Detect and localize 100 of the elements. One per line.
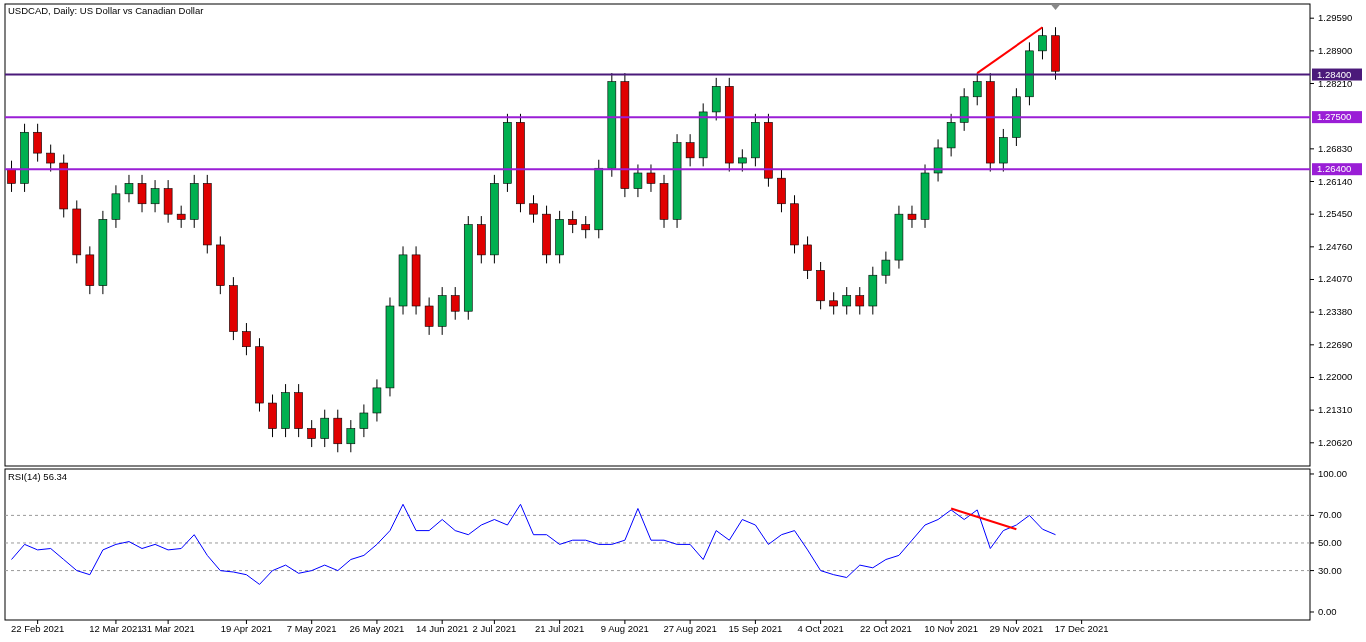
candlestick — [738, 148, 747, 173]
axis-label: 1.26830 — [1318, 142, 1353, 154]
candlestick — [633, 163, 643, 198]
candlestick — [294, 383, 303, 438]
axis-label: 1.22000 — [1318, 371, 1353, 383]
candlestick — [372, 378, 382, 422]
candlestick — [542, 205, 551, 264]
candlestick — [568, 210, 577, 234]
candlestick — [424, 297, 434, 336]
candlestick — [894, 205, 904, 270]
axis-label: 1.25450 — [1318, 208, 1353, 220]
candlestick — [777, 169, 786, 213]
axis-label: 21 Jul 2021 — [535, 623, 585, 634]
ref-line-label: 1.27500 — [1317, 111, 1352, 123]
candlestick — [33, 123, 42, 163]
axis-label: 1.26140 — [1318, 175, 1353, 187]
candlestick — [711, 77, 721, 121]
axis-label: 7 May 2021 — [286, 623, 337, 634]
candlestick — [189, 174, 199, 229]
axis-label: 1.24760 — [1318, 240, 1353, 252]
candlestick — [685, 133, 695, 167]
candlestick — [1012, 87, 1021, 147]
axis-label: 22 Feb 2021 — [10, 623, 65, 634]
candlestick — [868, 266, 878, 315]
axis-label: 9 Aug 2021 — [600, 623, 649, 634]
candlestick — [581, 215, 591, 239]
axis-label: 1.20620 — [1318, 436, 1353, 448]
candlestick — [959, 87, 969, 132]
candlestick — [842, 286, 852, 315]
axis-label: 29 Nov 2021 — [989, 623, 1044, 634]
price-label: 1.27500 — [1312, 111, 1362, 124]
candlestick — [1025, 41, 1034, 106]
axis-label: 70.00 — [1318, 509, 1342, 521]
candlestick — [437, 286, 447, 336]
candlestick — [320, 409, 330, 448]
axis-label: 4 Oct 2021 — [797, 623, 844, 634]
candlestick — [698, 102, 708, 167]
candlestick — [346, 419, 356, 453]
candlestick — [803, 235, 812, 280]
candlestick — [20, 123, 29, 193]
candlestick — [1038, 26, 1047, 60]
indicator-label: RSI(14) 56.34 — [8, 471, 68, 482]
trend-line — [950, 507, 1018, 531]
candlestick — [646, 163, 656, 193]
chart-title: USDCAD, Daily: US Dollar vs Canadian Dollar — [8, 5, 204, 16]
candlestick — [150, 179, 160, 213]
candlestick — [176, 205, 186, 229]
candlestick — [999, 128, 1008, 173]
candlestick — [163, 179, 173, 224]
axis-label: 1.29590 — [1318, 12, 1353, 24]
axis-label: 22 Oct 2021 — [860, 623, 912, 634]
axis-label: 100.00 — [1318, 468, 1348, 479]
axis-label: 1.28900 — [1318, 44, 1353, 56]
triangle-icon — [1050, 4, 1061, 10]
candlestick — [359, 403, 369, 438]
price-label: 1.28400 — [1312, 68, 1362, 81]
axis-label: 19 Apr 2021 — [220, 623, 273, 634]
axis-label: 50.00 — [1318, 537, 1342, 548]
candlestick — [124, 174, 134, 203]
candlestick — [946, 113, 956, 157]
candlestick — [59, 154, 68, 218]
ref-line-label: 1.26400 — [1317, 163, 1352, 175]
candlestick — [72, 199, 82, 264]
candlestick — [477, 215, 486, 264]
candlestick — [555, 210, 564, 264]
axis-label: 31 Mar 2021 — [141, 623, 195, 634]
axis-label: 0.00 — [1318, 606, 1337, 617]
candlestick — [85, 245, 95, 295]
ref-line-label: 1.28400 — [1317, 68, 1352, 80]
candlestick — [790, 194, 799, 254]
candlestick — [333, 409, 343, 453]
candlestick — [46, 144, 55, 173]
candlestick — [281, 383, 290, 438]
axis-label: 27 Aug 2021 — [663, 623, 717, 634]
axis-label: 2 Jul 2021 — [472, 623, 517, 634]
candlestick — [659, 174, 669, 229]
candlestick — [7, 160, 16, 193]
candlestick — [216, 235, 225, 295]
candlestick — [907, 205, 917, 229]
candlestick — [242, 322, 251, 356]
axis-label: 1.22690 — [1318, 338, 1353, 350]
candlestick — [398, 245, 408, 315]
axis-label: 1.21310 — [1318, 404, 1353, 416]
axis-label: 14 Jun 2021 — [416, 623, 469, 634]
trend-line — [976, 26, 1044, 75]
axis-label: 10 Nov 2021 — [924, 623, 979, 634]
candlestick — [751, 113, 760, 167]
candlestick — [529, 194, 538, 224]
candlestick — [855, 286, 865, 315]
axis-label: 1.24070 — [1318, 273, 1353, 285]
axis-label: 15 Sep 2021 — [728, 623, 783, 634]
candlestick — [450, 286, 460, 321]
candlestick — [933, 138, 943, 182]
axis-label: 12 Mar 2021 — [89, 623, 143, 634]
axis-label: 30.00 — [1318, 564, 1342, 576]
candlestick — [881, 251, 891, 285]
candlestick — [816, 261, 825, 310]
candlestick — [268, 394, 277, 438]
candlestick — [137, 174, 147, 213]
candlestick — [229, 276, 238, 341]
